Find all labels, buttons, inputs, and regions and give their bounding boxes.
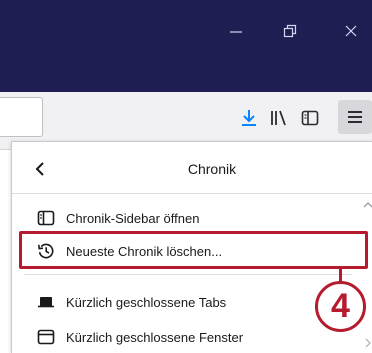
sidebar-panel-icon — [36, 208, 56, 228]
window-icon — [36, 327, 56, 347]
step-number-badge: 4 — [315, 281, 366, 332]
panel-header: Chronik — [12, 142, 372, 194]
tab-icon — [36, 292, 56, 312]
open-menu-button[interactable] — [338, 100, 372, 134]
menu-item-label: Chronik-Sidebar öffnen — [66, 210, 200, 226]
library-button[interactable] — [265, 105, 291, 131]
menu-item-open-history-sidebar[interactable]: Chronik-Sidebar öffnen — [12, 203, 352, 233]
minimize-button[interactable] — [221, 16, 251, 46]
sidebar-toggle-button[interactable] — [297, 105, 323, 131]
restore-icon — [283, 24, 297, 38]
menu-item-label: Kürzlich geschlossene Fenster — [66, 329, 244, 345]
hamburger-menu-icon — [348, 111, 362, 123]
close-icon — [345, 25, 357, 37]
menu-item-recently-closed-windows[interactable]: Kürzlich geschlossene Fenster — [12, 322, 352, 352]
download-icon — [242, 110, 256, 126]
menu-item-recently-closed-tabs[interactable]: Kürzlich geschlossene Tabs — [12, 287, 352, 317]
library-icon — [271, 110, 286, 126]
sidebar-icon — [301, 110, 319, 126]
menu-item-label: Kürzlich geschlossene Tabs — [66, 294, 227, 310]
chevron-left-icon — [35, 162, 44, 176]
highlight-box — [19, 231, 368, 269]
close-window-button[interactable] — [336, 16, 366, 46]
scroll-up-arrow-icon[interactable] — [363, 200, 372, 210]
window-titlebar — [0, 0, 372, 92]
panel-title: Chronik — [187, 161, 237, 177]
downloads-button[interactable] — [236, 105, 262, 131]
submenu-arrow-icon — [365, 338, 371, 348]
minimize-icon — [230, 31, 242, 33]
back-button[interactable] — [30, 159, 50, 179]
restore-button[interactable] — [275, 16, 305, 46]
url-bar[interactable] — [0, 97, 43, 137]
menu-separator — [24, 274, 352, 275]
